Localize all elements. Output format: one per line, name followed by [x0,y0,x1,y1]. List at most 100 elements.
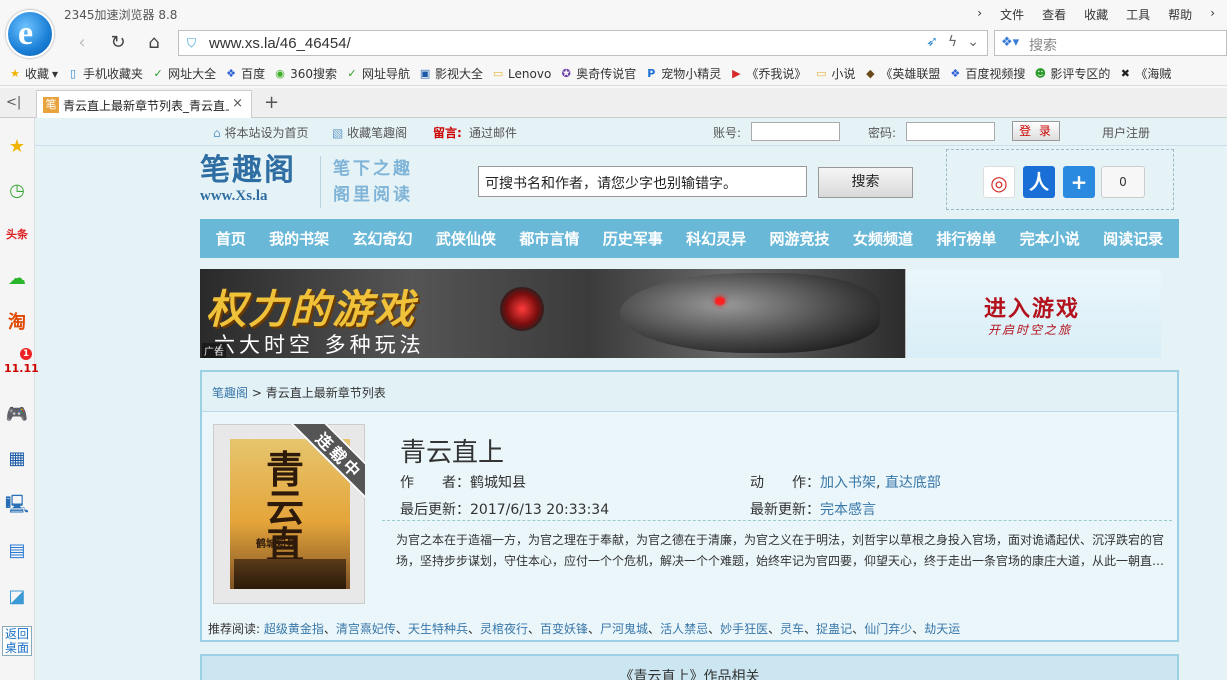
bookmark-item[interactable]: ❖ 百度视频搜 [948,65,1025,82]
site-header: 笔趣阁 www.Xs.la 笔下之趣 阁里阅读 可搜书名和作者，请您少字也别输错… [200,149,1180,214]
recommend-link[interactable]: 妙手狂医 [720,622,768,636]
menu-tools[interactable]: 工具 [1124,6,1152,23]
chevron-right-icon[interactable]: › [975,6,984,23]
renren-icon[interactable]: 人 [1023,166,1055,198]
nav-home[interactable]: 首页 [216,228,246,249]
nav-reading-history[interactable]: 阅读记录 [1103,228,1163,249]
recommend-link[interactable]: 捉蛊记 [816,622,852,636]
latest-chapter-link[interactable]: 完本感言 [820,502,876,518]
bookmark-item[interactable]: ✖ 《海贼 [1118,65,1172,82]
password-input[interactable] [906,122,995,141]
recommend-link[interactable]: 清宫熹妃传 [336,622,396,636]
history-clock-icon[interactable]: ◷ [4,178,30,204]
dropdown-chevron-icon[interactable]: ⌄ [967,34,979,50]
notebook-icon[interactable]: ◪ [4,584,30,610]
browser-logo-icon[interactable]: e [6,10,54,58]
site-logo[interactable]: 笔趣阁 www.Xs.la [200,154,312,206]
menu-help[interactable]: 帮助 [1166,6,1194,23]
bookmark-item[interactable]: ◆ 《英雄联盟 [863,65,940,82]
back-to-desktop-button[interactable]: 返回桌面 [2,626,32,656]
bookmark-item[interactable]: ☻ 影评专区的 [1033,65,1111,82]
site-search-input[interactable]: 可搜书名和作者，请您少字也别输错字。 [478,166,807,197]
nav-history[interactable]: 历史军事 [603,228,663,249]
account-input[interactable] [751,122,840,141]
recommend-link[interactable]: 尸河鬼城 [600,622,648,636]
new-tab-button[interactable]: + [264,92,279,113]
login-button[interactable]: 登 录 [1012,121,1060,141]
browser-search-input[interactable]: ❖▾ 搜索 [994,30,1227,56]
chevron-right-icon[interactable]: › [1208,6,1217,23]
bookmark-item[interactable]: ▭ 小说 [814,65,855,82]
ad-banner[interactable]: 权力的游戏 六大时空 多种玩法 广告 进入游戏 开启时空之旅 [200,269,1161,358]
nav-urban[interactable]: 都市言情 [519,228,579,249]
share-count: 0 [1101,166,1145,198]
panda-icon: ☻ [1034,66,1047,80]
address-bar[interactable]: ⛉ www.xs.la/46_46454/ ➶ ϟ ⌄ [178,30,988,56]
computer-icon[interactable]: 🖳 [4,492,30,518]
ad-banner-image[interactable]: 权力的游戏 六大时空 多种玩法 广告 [200,269,905,358]
close-icon[interactable]: × [232,96,243,111]
nav-bookshelf[interactable]: 我的书架 [269,228,329,249]
set-homepage-link[interactable]: ⌂ 将本站设为首页 [213,124,308,141]
recommend-link[interactable]: 劫天运 [924,622,960,636]
taobao-icon[interactable]: 淘 [4,310,30,336]
home-icon[interactable]: ⌂ [142,32,166,54]
menu-view[interactable]: 查看 [1040,6,1068,23]
bookmark-item[interactable]: P 宠物小精灵 [644,65,721,82]
search-button[interactable]: 搜索 [818,167,913,198]
recommend-link[interactable]: 灵车 [780,622,804,636]
bookmark-item[interactable]: ✓ 网址大全 [151,65,216,82]
menu-favorites[interactable]: 收藏 [1082,6,1110,23]
rocket-icon[interactable]: ➶ [926,34,938,50]
recommend-link[interactable]: 灵棺夜行 [480,622,528,636]
back-arrow-icon[interactable]: ‹ [70,32,94,54]
nav-scifi[interactable]: 科幻灵异 [686,228,746,249]
reload-icon[interactable]: ↻ [106,32,130,54]
nav-fantasy[interactable]: 玄幻奇幻 [353,228,413,249]
bookmark-item[interactable]: ★ 收藏 ▾ [8,65,58,82]
lightning-icon[interactable]: ϟ [948,34,957,50]
nav-gaming[interactable]: 网游竞技 [770,228,830,249]
ad-cta-subtitle: 开启时空之旅 [988,323,1073,337]
gamepad-icon[interactable]: 🎮 [4,402,30,428]
browser-chrome: e 2345加速浏览器 8.8 › 文件 查看 收藏 工具 帮助 › ‹ ↻ ⌂… [0,0,1227,118]
nav-completed[interactable]: 完本小说 [1020,228,1080,249]
jump-to-bottom-link[interactable]: 直达底部 [885,475,941,491]
email-link[interactable]: 通过邮件 [469,124,517,141]
breadcrumb-home[interactable]: 笔趣阁 [212,386,248,400]
book-cover[interactable]: 青云直上 鹤城知县 [213,424,365,604]
film-icon[interactable]: ▦ [4,446,30,472]
recommend-link[interactable]: 天生特种兵 [408,622,468,636]
add-to-shelf-link[interactable]: 加入书架 [820,475,876,491]
bookmark-item[interactable]: ❖ 百度 [224,65,265,82]
bookmark-item[interactable]: ▣ 影视大全 [418,65,483,82]
recommend-link[interactable]: 超级黄金指 [264,622,324,636]
favorites-star-icon[interactable]: ★ [4,134,30,160]
bookmark-item[interactable]: ▶ 《乔我说》 [729,65,806,82]
bookmark-item[interactable]: ◉ 360搜索 [273,65,337,82]
bookmark-item[interactable]: ✪ 奥奇传说官 [559,65,637,82]
wechat-icon[interactable]: ☁ [4,266,30,292]
plus-share-icon[interactable]: + [1063,166,1095,198]
baidu-paw-icon[interactable]: ❖▾ [1001,35,1019,50]
bookmark-item[interactable]: ✓ 网址导航 [345,65,410,82]
ad-cta[interactable]: 进入游戏 开启时空之旅 [905,269,1161,358]
bookmark-item[interactable]: ▯ 手机收藏夹 [66,65,143,82]
tab-active[interactable]: 笔 青云直上最新章节列表_青云直上 × [36,90,252,118]
recommend-link[interactable]: 百变妖锋 [540,622,588,636]
nav-wuxia[interactable]: 武侠仙侠 [436,228,496,249]
nav-ranking[interactable]: 排行榜单 [936,228,996,249]
recommend-link[interactable]: 活人禁忌 [660,622,708,636]
bookmark-site-link[interactable]: ▧ 收藏笔趣阁 [332,124,407,141]
news-headline-icon[interactable]: 头条 [4,222,30,248]
bookmark-item[interactable]: ▭ Lenovo [491,67,551,81]
register-link[interactable]: 用户注册 [1102,124,1150,141]
menu-file[interactable]: 文件 [998,6,1026,23]
url-text[interactable]: www.xs.la/46_46454/ [209,35,351,52]
recommend-link[interactable]: 仙门弃少 [864,622,912,636]
collapse-sidebar-icon[interactable]: <| [6,95,21,110]
nav-female[interactable]: 女频频道 [853,228,913,249]
tmall-1111-icon[interactable]: 11.11 1 [4,348,39,382]
weibo-icon[interactable]: ◎ [983,166,1015,198]
calculator-icon[interactable]: ▤ [4,538,30,564]
